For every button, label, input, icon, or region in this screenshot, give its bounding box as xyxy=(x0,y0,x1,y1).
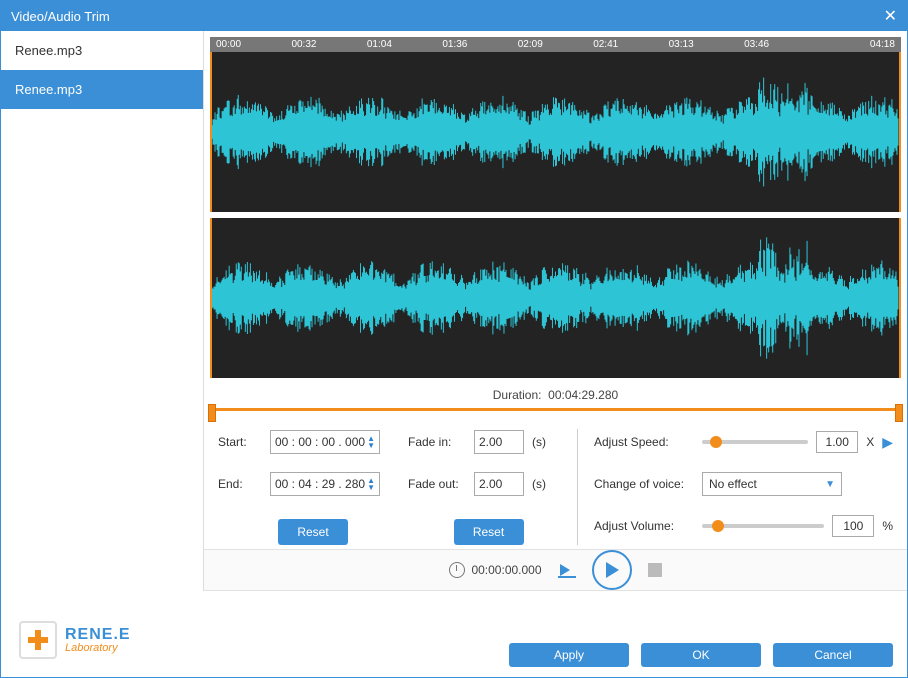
brand-logo: RENE.E Laboratory xyxy=(19,621,131,659)
set-mark-icon[interactable] xyxy=(558,562,576,578)
preview-speed-icon[interactable]: ▶ xyxy=(882,434,893,451)
reset-fade-button[interactable]: Reset xyxy=(454,519,524,545)
timeline-ruler: 00:00 00:32 01:04 01:36 02:09 02:41 03:1… xyxy=(210,37,901,52)
footer: RENE.E Laboratory Apply OK Cancel xyxy=(1,591,907,677)
logo-icon xyxy=(19,621,57,659)
window-title: Video/Audio Trim xyxy=(11,9,110,24)
voice-select[interactable]: No effect ▼ xyxy=(702,472,842,496)
waveform-top[interactable] xyxy=(210,52,901,212)
fadein-label: Fade in: xyxy=(408,435,466,449)
voice-label: Change of voice: xyxy=(594,477,694,491)
duration-label: Duration: 00:04:29.280 xyxy=(204,378,907,408)
trim-range-bar[interactable] xyxy=(210,408,901,411)
stop-button[interactable] xyxy=(648,563,662,577)
fadeout-input[interactable]: 2.00 xyxy=(474,472,524,496)
spinner-icon[interactable]: ▲▼ xyxy=(367,477,375,491)
end-label: End: xyxy=(218,477,262,491)
end-time-input[interactable]: 00 : 04 : 29 . 280 ▲▼ xyxy=(270,472,380,496)
trim-handle-left[interactable] xyxy=(208,404,216,422)
close-icon[interactable]: ✕ xyxy=(884,6,897,26)
playback-bar: 00:00:00.000 xyxy=(204,549,907,591)
chevron-down-icon: ▼ xyxy=(825,479,835,490)
start-label: Start: xyxy=(218,435,262,449)
playback-time: 00:00:00.000 xyxy=(471,563,541,577)
file-list: Renee.mp3 Renee.mp3 xyxy=(1,31,204,591)
fadeout-label: Fade out: xyxy=(408,477,466,491)
speed-label: Adjust Speed: xyxy=(594,435,694,449)
sidebar-item[interactable]: Renee.mp3 xyxy=(1,31,203,70)
spinner-icon[interactable]: ▲▼ xyxy=(367,435,375,449)
trim-handle-right[interactable] xyxy=(895,404,903,422)
sidebar-item[interactable]: Renee.mp3 xyxy=(1,70,203,109)
volume-value-input[interactable]: 100 xyxy=(832,515,874,537)
slider-thumb[interactable] xyxy=(710,436,722,448)
titlebar: Video/Audio Trim ✕ xyxy=(1,1,907,31)
volume-label: Adjust Volume: xyxy=(594,519,694,533)
ok-button[interactable]: OK xyxy=(641,643,761,667)
speed-slider[interactable] xyxy=(702,440,808,444)
apply-button[interactable]: Apply xyxy=(509,643,629,667)
play-button[interactable] xyxy=(592,550,632,590)
slider-thumb[interactable] xyxy=(712,520,724,532)
reset-time-button[interactable]: Reset xyxy=(278,519,348,545)
start-time-input[interactable]: 00 : 00 : 00 . 000 ▲▼ xyxy=(270,430,380,454)
waveform-bottom[interactable] xyxy=(210,218,901,378)
volume-slider[interactable] xyxy=(702,524,824,528)
speed-value-input[interactable]: 1.00 xyxy=(816,431,858,453)
fadein-input[interactable]: 2.00 xyxy=(474,430,524,454)
cancel-button[interactable]: Cancel xyxy=(773,643,893,667)
clock-icon xyxy=(449,562,465,578)
